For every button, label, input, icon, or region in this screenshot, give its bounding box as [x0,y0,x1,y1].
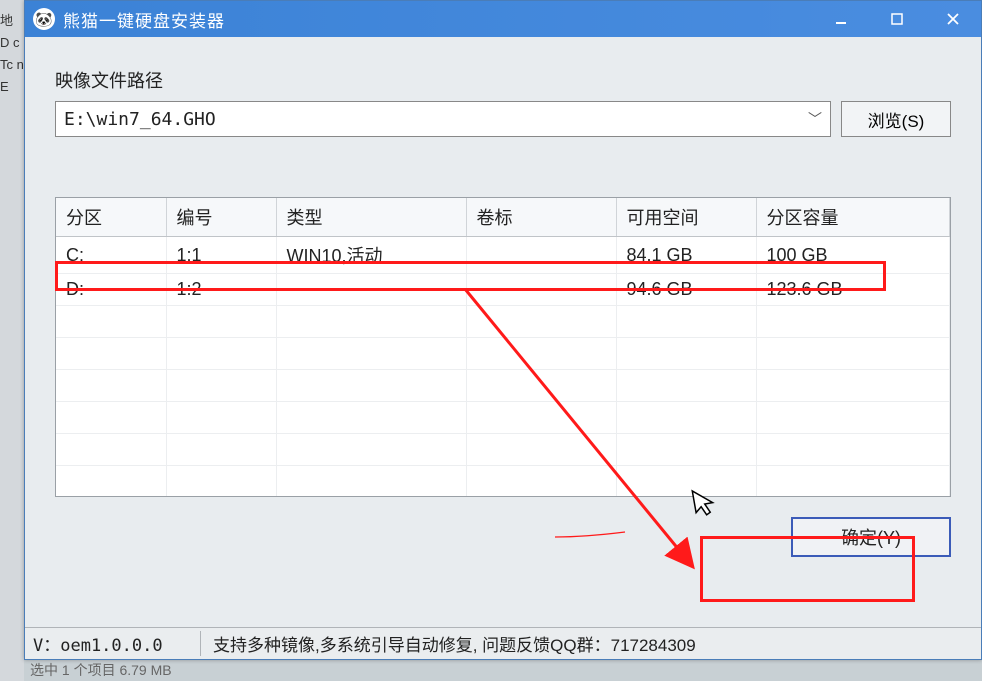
header-type[interactable]: 类型 [276,198,466,237]
table-header-row: 分区 编号 类型 卷标 可用空间 分区容量 [56,198,950,237]
maximize-button[interactable] [869,1,925,37]
titlebar: 🐼 熊猫一键硬盘安装器 [25,1,981,37]
chevron-down-icon: ﹀ [808,109,822,129]
header-serial[interactable]: 编号 [166,198,276,237]
status-version: V：oem1.0.0.0 [25,631,201,656]
cell-free: 94.6 GB [616,274,756,306]
cell-partition: D: [56,274,166,306]
cell-free: 84.1 GB [616,237,756,274]
header-partition[interactable]: 分区 [56,198,166,237]
cell-label [466,237,616,274]
partition-table: 分区 编号 类型 卷标 可用空间 分区容量 C:1:1WIN10,活动 84.1 … [56,198,950,497]
header-free[interactable]: 可用空间 [616,198,756,237]
table-row[interactable]: C:1:1WIN10,活动 84.1 GB100 GB [56,237,950,274]
empty-row [56,370,950,402]
browse-button[interactable]: 浏览(S) [841,101,951,137]
status-info: 支持多种镜像,多系统引导自动修复, 问题反馈QQ群：717284309 [201,631,981,656]
explorer-status-text: 选中 1 个项目 6.79 MB [30,660,172,680]
empty-row [56,434,950,466]
cell-type [276,274,466,306]
installer-window: 🐼 熊猫一键硬盘安装器 映像文件路径 E:\win7_64.GHO ﹀ 浏览(S… [24,0,982,660]
header-size[interactable]: 分区容量 [756,198,950,237]
cell-size: 123.6 GB [756,274,950,306]
app-icon: 🐼 [33,8,55,30]
table-row[interactable]: D:1:2 94.6 GB123.6 GB [56,274,950,306]
minimize-button[interactable] [813,1,869,37]
image-path-value: E:\win7_64.GHO [64,109,216,130]
content-area: 映像文件路径 E:\win7_64.GHO ﹀ 浏览(S) 分区 编号 类型 卷… [25,37,981,629]
image-path-row: E:\win7_64.GHO ﹀ 浏览(S) [55,101,951,137]
cell-serial: 1:1 [166,237,276,274]
partition-table-container: 分区 编号 类型 卷标 可用空间 分区容量 C:1:1WIN10,活动 84.1 … [55,197,951,497]
empty-row [56,306,950,338]
empty-row [56,402,950,434]
footer-actions: 确定(Y) [55,497,951,557]
close-icon [945,11,961,27]
cell-size: 100 GB [756,237,950,274]
cell-label [466,274,616,306]
ok-button[interactable]: 确定(Y) [791,517,951,557]
cell-type: WIN10,活动 [276,237,466,274]
cell-partition: C: [56,237,166,274]
header-label[interactable]: 卷标 [466,198,616,237]
empty-row [56,466,950,498]
cell-serial: 1:2 [166,274,276,306]
empty-row [56,338,950,370]
close-button[interactable] [925,1,981,37]
desktop-background-edge: 地 D c Tc n E [0,0,24,681]
window-title: 熊猫一键硬盘安装器 [63,7,813,32]
statusbar: V：oem1.0.0.0 支持多种镜像,多系统引导自动修复, 问题反馈QQ群：7… [25,627,981,659]
minimize-icon [834,12,848,26]
image-path-label: 映像文件路径 [55,67,951,93]
image-path-combobox[interactable]: E:\win7_64.GHO ﹀ [55,101,831,137]
maximize-icon [890,12,904,26]
window-controls [813,1,981,37]
